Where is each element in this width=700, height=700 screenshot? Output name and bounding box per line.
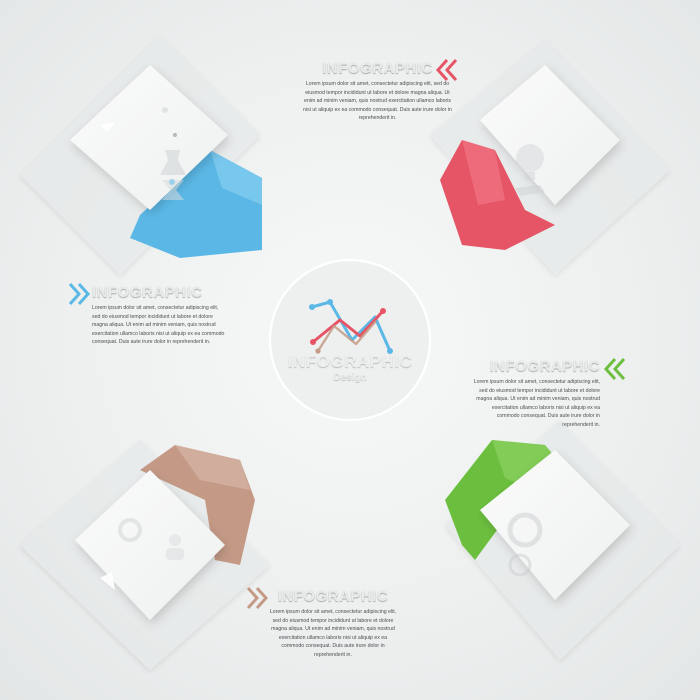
step-text-bottom: INFOGRAPHIC Lorem ipsum dolor sit amet, … [268,588,398,660]
step-heading-top: INFOGRAPHIC [322,60,433,77]
step-heading-bottom: INFOGRAPHIC [277,588,389,605]
center-title: INFOGRAPHIC [287,352,413,371]
center-hub [268,258,432,422]
center-subtitle: Design [333,372,367,383]
step-text-left: INFOGRAPHIC Lorem ipsum dolor sit amet, … [92,284,227,347]
step-heading-right: INFOGRAPHIC [489,358,600,375]
step-text-top: INFOGRAPHIC Lorem ipsum dolor sit amet, … [300,60,455,123]
step-body-top: Lorem ipsum dolor sit amet, consectetur … [303,81,452,122]
center-label: INFOGRAPHIC Design [285,352,415,383]
step-body-left: Lorem ipsum dolor sit amet, consectetur … [92,305,225,346]
step-heading-left: INFOGRAPHIC [92,284,203,301]
chevron-right-icon-bottom [246,586,269,610]
step-card-left [20,35,262,275]
step-card-right [445,420,680,660]
step-card-bottom [20,440,270,670]
step-body-bottom: Lorem ipsum dolor sit amet, consectetur … [269,609,397,658]
chevron-right-icon-left [68,282,91,306]
step-card-top [430,40,670,275]
infographic-canvas: INFOGRAPHIC Lorem ipsum dolor sit amet, … [0,0,700,700]
chevron-left-icon-right [603,357,626,381]
step-body-right: Lorem ipsum dolor sit amet, consectetur … [473,379,600,428]
step-text-right: INFOGRAPHIC Lorem ipsum dolor sit amet, … [470,358,600,430]
